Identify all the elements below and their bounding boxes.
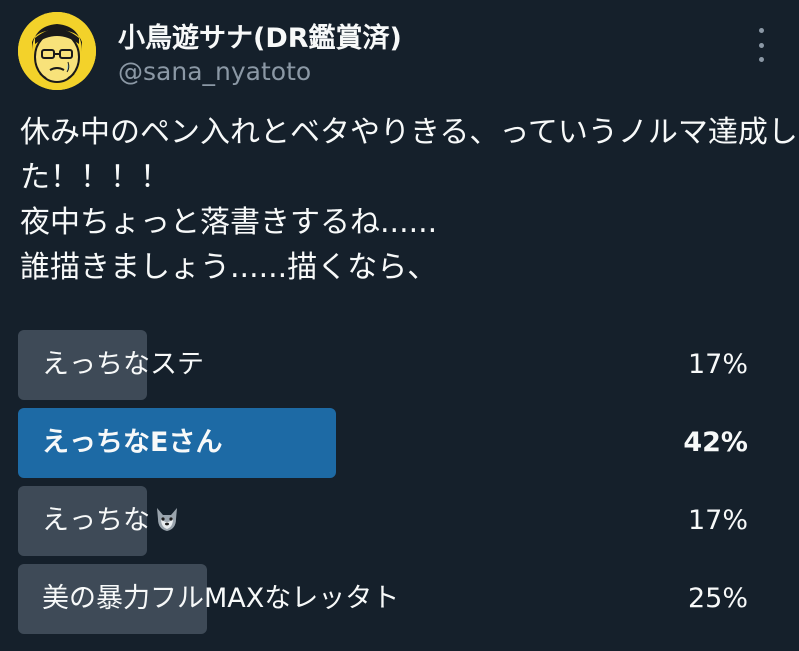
poll-option-label: えっちな: [42, 486, 182, 556]
poll-option-percent: 17%: [687, 349, 748, 380]
poll-option-label: えっちなステ: [42, 330, 204, 400]
poll-option[interactable]: えっちなステ 17%: [18, 330, 768, 400]
poll-option-percent: 42%: [683, 427, 748, 458]
poll-option[interactable]: えっちなEさん 42%: [18, 408, 768, 478]
poll-option-label-text: えっちな: [42, 505, 150, 536]
poll: えっちなステ 17% えっちなEさん 42% えっちな 17% 美の暴力フルMA…: [18, 330, 768, 642]
poll-option-label: 美の暴力フルMAXなレッタト: [42, 564, 399, 634]
poll-option[interactable]: 美の暴力フルMAXなレッタト 25%: [18, 564, 768, 634]
tweet-text-line: 夜中ちょっと落書きするね......: [20, 205, 438, 240]
user-handle[interactable]: @sana_nyatoto: [118, 57, 311, 86]
more-dots-icon-dot: [758, 42, 764, 48]
poll-option-label: えっちなEさん: [42, 408, 222, 478]
poll-option-label-text: えっちなEさん: [42, 427, 223, 458]
tweet: 小鳥遊サナ(DR鑑賞済) @sana_nyatoto 休み中のペン入れとベタやり…: [0, 0, 799, 651]
poll-option-label-text: 美の暴力フルMAXなレッタト: [42, 583, 400, 614]
more-dots-icon: [758, 28, 764, 33]
tweet-text-line: 休み中のペン入れとベタやりきる、っていうノルマ達成し: [20, 115, 798, 150]
more-options-button[interactable]: [748, 28, 774, 62]
avatar-icon: [18, 12, 96, 90]
poll-option-percent: 25%: [687, 583, 748, 614]
tweet-text-line: た！！！！: [20, 160, 170, 195]
more-dots-icon-dot: [758, 57, 764, 62]
avatar[interactable]: [18, 12, 96, 90]
wolf-icon: [152, 491, 182, 561]
poll-option[interactable]: えっちな 17%: [18, 486, 768, 556]
tweet-text: 休み中のペン入れとベタやりきる、っていうノルマ達成し た！！！！ 夜中ちょっと落…: [20, 110, 798, 290]
display-name[interactable]: 小鳥遊サナ(DR鑑賞済): [118, 16, 402, 55]
poll-option-label-text: えっちなステ: [42, 349, 204, 380]
poll-option-percent: 17%: [687, 505, 748, 536]
tweet-text-line: 誰描きましょう......描くなら、: [20, 250, 438, 285]
